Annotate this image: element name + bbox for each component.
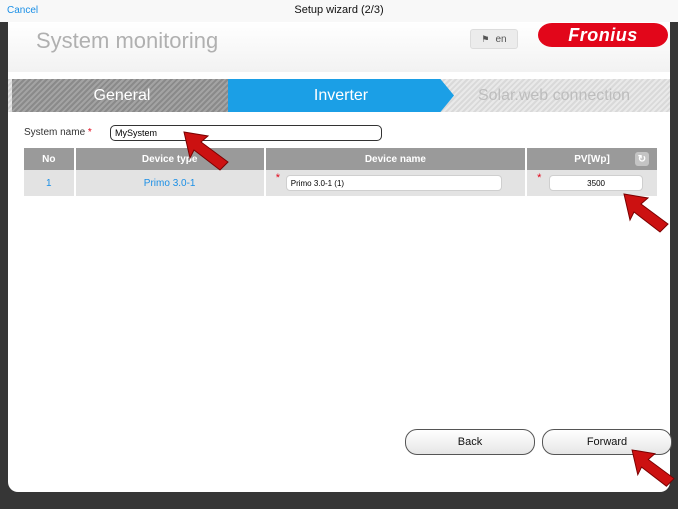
- required-marker: *: [537, 172, 542, 184]
- step-inverter[interactable]: Inverter: [228, 79, 454, 112]
- page-title: System monitoring: [36, 28, 219, 53]
- column-header-device-type: Device type: [74, 148, 266, 170]
- fronius-logo: Fronius: [538, 23, 668, 47]
- required-marker: *: [275, 172, 281, 184]
- system-name-label-text: System name: [24, 127, 86, 138]
- device-type-link[interactable]: Primo 3.0-1: [74, 170, 266, 196]
- device-number: 1: [24, 170, 76, 196]
- language-selector[interactable]: ⚑ en: [470, 29, 518, 49]
- column-header-pv: PV[Wp] ↻: [526, 148, 657, 170]
- pv-peak-input[interactable]: [549, 175, 644, 191]
- column-header-device-name: Device name: [264, 148, 528, 170]
- wizard-steps: General Inverter Solar.web connection: [8, 79, 670, 112]
- step-solar-web-connection[interactable]: Solar.web connection: [454, 79, 654, 112]
- language-label: en: [495, 33, 507, 45]
- refresh-icon[interactable]: ↻: [635, 152, 649, 166]
- step-label: Solar.web connection: [477, 86, 631, 104]
- pv-header-label: PV[Wp]: [574, 153, 610, 165]
- back-button[interactable]: Back: [405, 429, 535, 455]
- step-label: General: [93, 86, 151, 104]
- step-label: Inverter: [313, 86, 369, 104]
- table-header-row: No Device type Device name PV[Wp] ↻: [24, 148, 657, 170]
- flag-icon: ⚑: [481, 33, 490, 44]
- system-name-label: System name *: [24, 127, 92, 138]
- forward-button[interactable]: Forward: [542, 429, 672, 455]
- device-table: No Device type Device name PV[Wp] ↻ 1 Pr…: [24, 148, 657, 196]
- top-bar: Cancel Setup wizard (2/3): [0, 0, 678, 22]
- column-header-no: No: [24, 148, 76, 170]
- pv-cell: *: [526, 170, 657, 196]
- wizard-title: Setup wizard (2/3): [294, 4, 384, 16]
- required-marker: *: [87, 127, 92, 138]
- system-name-input[interactable]: [110, 125, 382, 141]
- table-row: 1 Primo 3.0-1 * *: [24, 170, 657, 196]
- step-general[interactable]: General: [12, 79, 232, 112]
- device-name-cell: *: [264, 170, 528, 196]
- device-name-input[interactable]: [285, 175, 502, 191]
